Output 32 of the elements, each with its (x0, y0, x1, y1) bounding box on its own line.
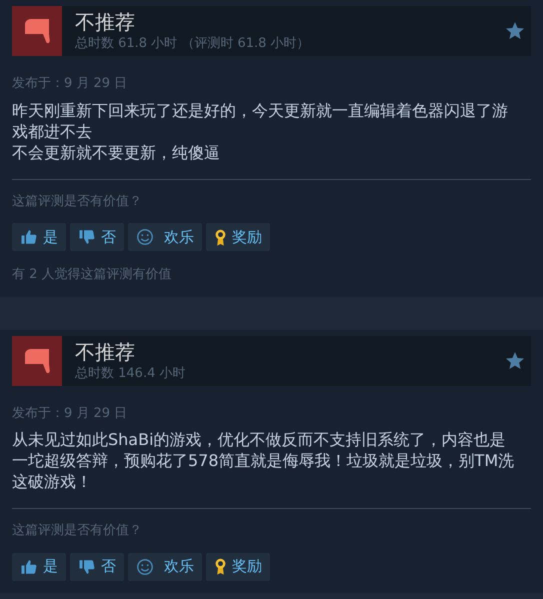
review-verdict: 不推荐 (75, 9, 136, 35)
vote-button[interactable]: 奖励 (206, 552, 270, 580)
helpful-count: 有 2 人觉得这篇评测有价值 (12, 266, 173, 284)
thumbs-down-badge (12, 336, 62, 386)
thumbs-down-icon (78, 558, 96, 576)
smiley-icon (136, 558, 154, 576)
thumbs-down-icon (78, 228, 96, 246)
vote-button[interactable]: 否 (70, 552, 124, 580)
vote-button[interactable]: 欢乐 (128, 223, 202, 251)
smiley-icon (136, 228, 154, 246)
review-text: 昨天刚重新下回来玩了还是好的，今天更新就一直编辑着色器闪退了游戏都进不去 (12, 100, 509, 142)
thumbs-down-badge (12, 6, 62, 56)
vote-button[interactable]: 是 (12, 223, 66, 251)
posted-date: 发布于：9 月 29 日 (12, 404, 128, 422)
vote-button[interactable]: 是 (12, 552, 66, 580)
review-verdict: 不推荐 (75, 338, 136, 364)
helpful-question: 这篇评测是否有价值？ (12, 192, 143, 210)
playtime-text: 总时数 61.8 小时 （评测时 61.8 小时） (75, 35, 311, 53)
playtime-text: 总时数 146.4 小时 (75, 364, 186, 382)
star-icon[interactable] (505, 350, 525, 370)
award-ribbon-icon (214, 228, 227, 246)
review-text: 不会更新就不要更新，纯傻逼 (12, 142, 221, 162)
posted-date: 发布于：9 月 29 日 (12, 75, 128, 93)
vote-button[interactable]: 否 (70, 223, 124, 251)
vote-button[interactable]: 欢乐 (128, 552, 202, 580)
helpful-question: 这篇评测是否有价值？ (12, 522, 143, 540)
review-text: 从未见过如此ShaBi的游戏，优化不做反而不支持旧系统了，内容也是一坨超级答辩，预购花了578简直就是侮辱我！垃圾就是垃圾，别TM洗这破游戏！ (12, 429, 516, 492)
thumbs-up-icon (20, 228, 38, 246)
star-icon[interactable] (505, 21, 525, 41)
thumbs-up-icon (20, 558, 38, 576)
award-ribbon-icon (214, 557, 227, 576)
vote-button[interactable]: 奖励 (206, 223, 270, 251)
